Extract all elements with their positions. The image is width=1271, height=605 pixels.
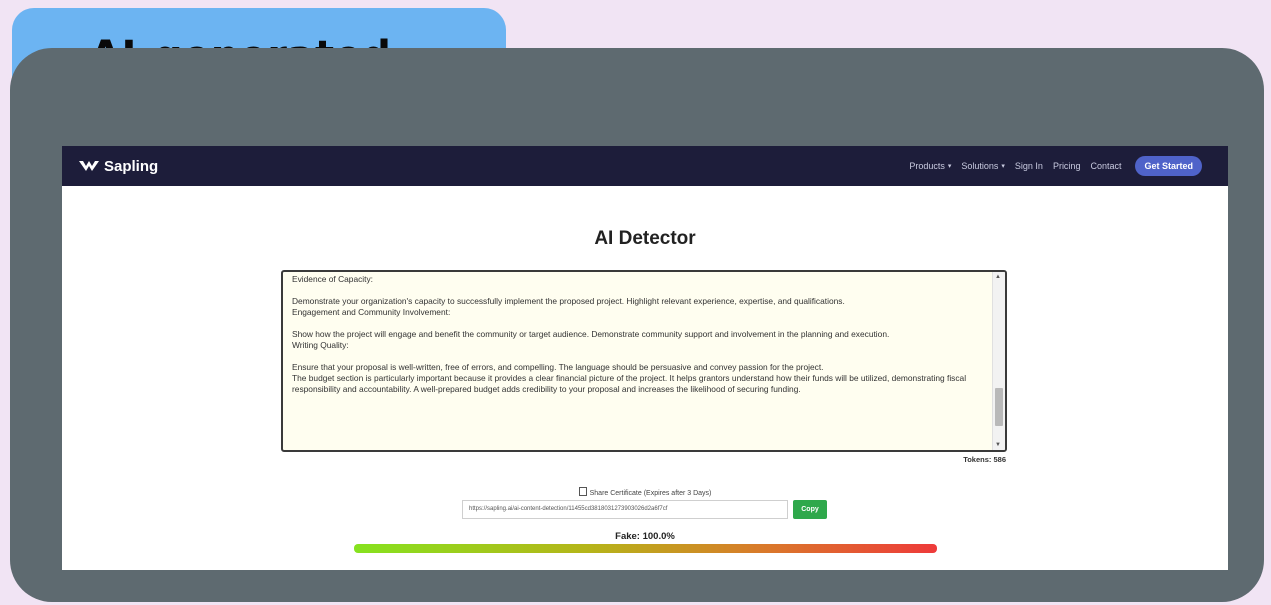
- nav-products-label: Products: [909, 161, 945, 171]
- scrollbar[interactable]: ▲ ▼: [992, 272, 1005, 450]
- scroll-up-icon[interactable]: ▲: [995, 274, 1001, 280]
- document-icon: [578, 487, 587, 496]
- nav-solutions-label: Solutions: [961, 161, 999, 171]
- text-line: Ensure that your proposal is well-writte…: [292, 362, 824, 372]
- text-line: Writing Quality:: [292, 340, 349, 350]
- scrollbar-thumb[interactable]: [995, 388, 1003, 426]
- nav-pricing[interactable]: Pricing: [1053, 161, 1081, 171]
- brand-logo[interactable]: Sapling: [78, 156, 158, 176]
- chevron-down-icon: ▾: [947, 163, 952, 170]
- fake-score-bar: [354, 544, 937, 553]
- top-navbar: Sapling Products ▾ Solutions ▾ Sign In P…: [62, 146, 1228, 186]
- scroll-down-icon[interactable]: ▼: [995, 442, 1001, 448]
- text-line: Engagement and Community Involvement:: [292, 307, 451, 317]
- nav-products[interactable]: Products ▾: [909, 161, 951, 171]
- text-line: Show how the project will engage and ben…: [292, 329, 890, 339]
- text-input-area[interactable]: Evidence of Capacity: Demonstrate your o…: [281, 270, 1007, 452]
- text-line: The budget section is particularly impor…: [292, 373, 967, 394]
- sapling-logo-icon: [79, 161, 99, 171]
- nav-contact[interactable]: Contact: [1090, 161, 1121, 171]
- token-count: Tokens: 586: [963, 455, 1006, 464]
- text-line: Demonstrate your organization's capacity…: [292, 296, 845, 306]
- brand-name: Sapling: [104, 157, 159, 175]
- fake-score-label: Fake: 100.0%: [615, 531, 675, 542]
- nav-links: Products ▾ Solutions ▾ Sign In Pricing C…: [909, 153, 1202, 179]
- text-content[interactable]: Evidence of Capacity: Demonstrate your o…: [292, 274, 982, 395]
- get-started-button[interactable]: Get Started: [1135, 156, 1202, 176]
- chevron-down-icon: ▾: [1001, 163, 1005, 170]
- share-certificate-label: Share Certificate (Expires after 3 Days): [589, 490, 712, 497]
- text-line: Evidence of Capacity:: [292, 274, 374, 284]
- share-certificate[interactable]: Share Certificate (Expires after 3 Days): [62, 487, 1228, 497]
- copy-button[interactable]: Copy: [793, 500, 827, 519]
- share-url-field[interactable]: https://sapling.ai/ai-content-detection/…: [462, 500, 788, 519]
- page-title: AI Detector: [594, 228, 696, 249]
- nav-solutions[interactable]: Solutions ▾: [961, 161, 1005, 171]
- browser-viewport: Sapling Products ▾ Solutions ▾ Sign In P…: [62, 146, 1228, 570]
- nav-sign-in[interactable]: Sign In: [1015, 161, 1043, 171]
